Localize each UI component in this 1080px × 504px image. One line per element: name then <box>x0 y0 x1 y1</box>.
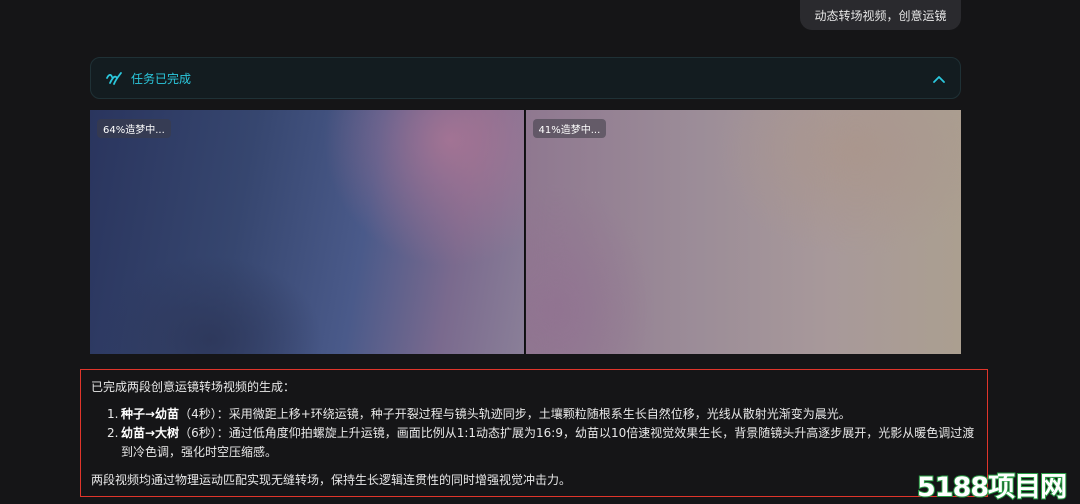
task-status-text: 任务已完成 <box>131 71 192 86</box>
result-intro: 已完成两段创意运镜转场视频的生成： <box>91 380 296 394</box>
user-message-text: 动态转场视频，创意运镜 <box>814 8 947 23</box>
video-preview-area: 64%造梦中... 41%造梦中... <box>90 110 961 354</box>
progress-badge: 41%造梦中... <box>532 119 607 138</box>
result-summary: 两段视频均通过物理运动匹配实现无缝转场，保持生长逻辑连贯性的同时增强视觉冲击力。 <box>91 473 572 487</box>
item-title: 种子→幼苗 <box>121 407 180 421</box>
item-description: ：采用微距上移+环绕运镜，种子开裂过程与镜头轨迹同步，土壤颗粒随根系生长自然位移… <box>216 407 851 421</box>
result-description: 已完成两段创意运镜转场视频的生成： 1. 种子→幼苗（4秒）：采用微距上移+环绕… <box>80 369 988 497</box>
list-number: 1. <box>107 407 119 421</box>
item-duration: （6秒） <box>179 426 217 440</box>
watermark-logo: 5188项目网 <box>916 467 1068 504</box>
list-item: 2. 幼苗→大树（6秒）：通过低角度仰拍螺旋上升运镜，画面比例从1:1动态扩展为… <box>107 424 977 462</box>
item-description: ：通过低角度仰拍螺旋上升运镜，画面比例从1:1动态扩展为16:9，幼苗以10倍速… <box>121 426 975 459</box>
chevron-up-icon[interactable] <box>930 70 948 88</box>
watermark-text: 5188项目网 <box>916 471 1068 504</box>
list-number: 2. <box>107 426 119 440</box>
video-tile-2[interactable]: 41%造梦中... <box>525 110 961 354</box>
chat-page: 动态转场视频，创意运镜 任务已完成 64%造梦中... 41%造梦中... 已完… <box>0 0 1080 504</box>
user-message-bubble: 动态转场视频，创意运镜 <box>800 0 961 30</box>
result-list: 1. 种子→幼苗（4秒）：采用微距上移+环绕运镜，种子开裂过程与镜头轨迹同步，土… <box>91 405 977 462</box>
sparkle-wave-icon <box>105 69 123 87</box>
video-tile-1[interactable]: 64%造梦中... <box>90 110 524 354</box>
progress-badge: 64%造梦中... <box>97 119 171 138</box>
video-divider <box>523 110 525 354</box>
item-title: 幼苗→大树 <box>121 426 180 440</box>
task-status-panel[interactable]: 任务已完成 <box>90 57 961 99</box>
item-duration: （4秒） <box>179 407 217 421</box>
list-item: 1. 种子→幼苗（4秒）：采用微距上移+环绕运镜，种子开裂过程与镜头轨迹同步，土… <box>107 405 977 424</box>
